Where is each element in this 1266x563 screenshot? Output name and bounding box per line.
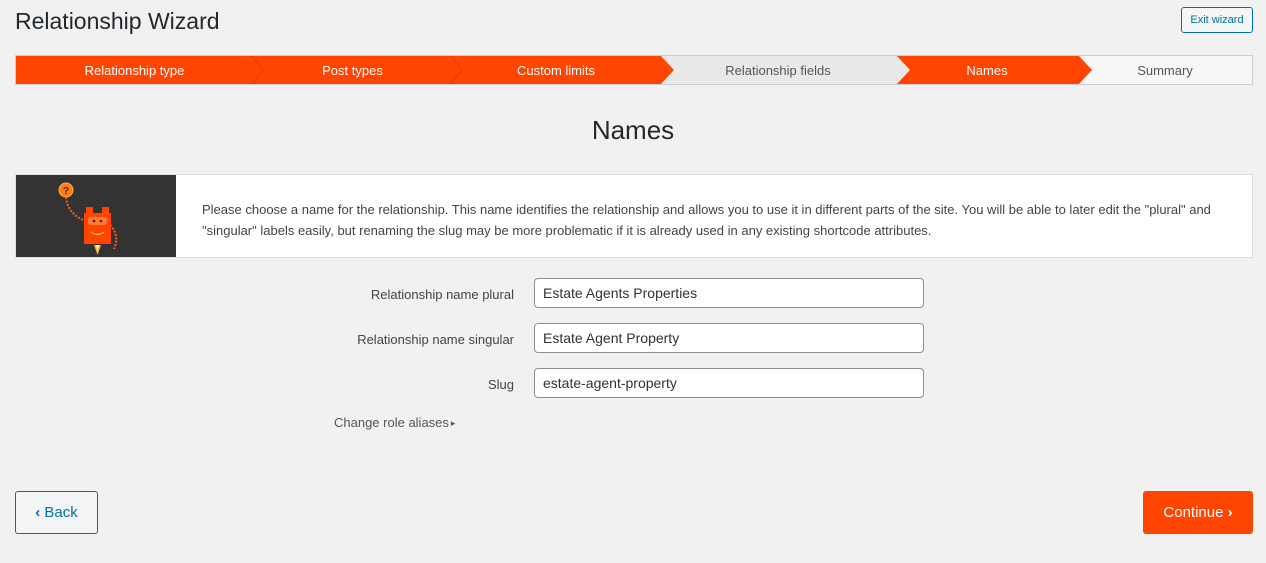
plural-name-input[interactable] xyxy=(534,278,924,308)
continue-button[interactable]: Continue › xyxy=(1143,491,1253,534)
singular-name-input[interactable] xyxy=(534,323,924,353)
back-label: Back xyxy=(44,504,78,521)
step-label: Summary xyxy=(1137,62,1193,78)
section-title: Names xyxy=(591,115,675,145)
step-label: Names xyxy=(966,62,1008,78)
page-title: Relationship Wizard xyxy=(15,8,220,34)
change-role-aliases-link[interactable]: Change role aliases ▸ xyxy=(334,415,455,430)
step-names: Names xyxy=(896,56,1078,84)
slug-row: Slug xyxy=(0,368,1266,398)
continue-label: Continue xyxy=(1163,504,1224,521)
info-text: Please choose a name for the relationshi… xyxy=(202,202,1211,238)
step-custom-limits: Custom limits xyxy=(452,56,660,84)
robot-help-icon: ? xyxy=(58,182,118,255)
step-label: Custom limits xyxy=(516,62,595,78)
step-divider-chevron xyxy=(450,56,463,84)
svg-text:?: ? xyxy=(63,186,69,197)
info-box: ? Please choose a name for the relations… xyxy=(15,174,1253,258)
step-divider-arrow xyxy=(1078,56,1092,84)
slug-input[interactable] xyxy=(534,368,924,398)
plural-name-label: Relationship name plural xyxy=(370,287,514,302)
step-divider-chevron xyxy=(251,56,264,84)
caret-right-icon: ▸ xyxy=(450,418,456,428)
back-button[interactable]: ‹ Back xyxy=(15,491,98,534)
info-illustration: ? xyxy=(16,175,176,257)
slug-label: Slug xyxy=(487,377,514,392)
step-post-types: Post types xyxy=(253,56,452,84)
singular-name-label: Relationship name singular xyxy=(357,332,514,347)
chevron-right-icon: › xyxy=(1227,504,1233,521)
plural-name-row: Relationship name plural xyxy=(0,278,1266,308)
step-relationship-type: Relationship type xyxy=(16,56,253,84)
step-label: Post types xyxy=(322,62,383,78)
step-divider-arrow xyxy=(896,56,910,84)
step-divider-arrow xyxy=(660,56,674,84)
step-label: Relationship fields xyxy=(725,62,831,78)
step-summary: Summary xyxy=(1078,56,1252,84)
singular-name-row: Relationship name singular xyxy=(0,323,1266,353)
wizard-steps: Relationship type Post types Custom limi… xyxy=(15,55,1253,85)
step-label: Relationship type xyxy=(84,62,185,78)
step-relationship-fields: Relationship fields xyxy=(660,56,896,84)
change-role-aliases-label: Change role aliases xyxy=(334,415,449,430)
chevron-left-icon: ‹ xyxy=(35,504,41,521)
exit-wizard-button[interactable]: Exit wizard xyxy=(1181,7,1253,33)
